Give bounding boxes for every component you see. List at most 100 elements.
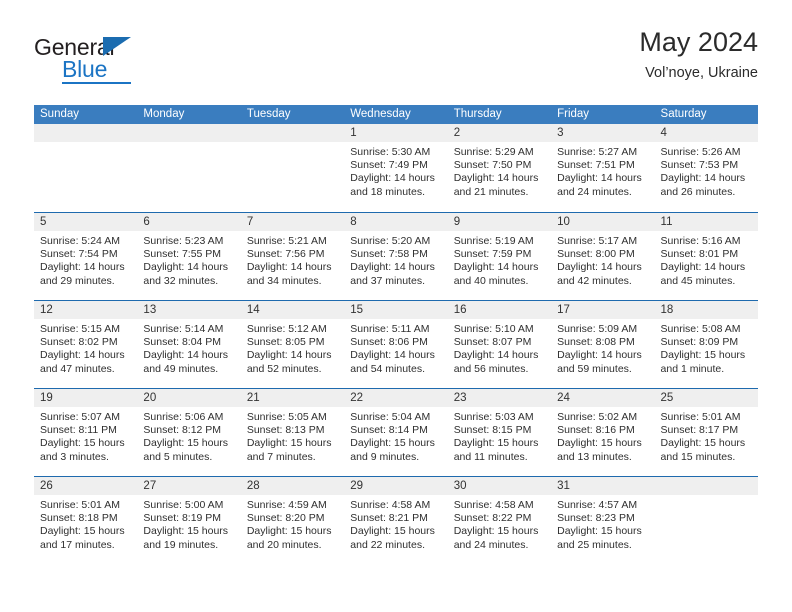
- calendar-day-cell[interactable]: 10 Sunrise: 5:17 AM Sunset: 8:00 PM Dayligh…: [551, 213, 655, 300]
- sunrise-text: Sunrise: 5:20 AM: [350, 235, 431, 247]
- sunrise-text: Sunrise: 5:10 AM: [453, 323, 534, 335]
- sunrise-text: Sunrise: 5:03 AM: [453, 411, 534, 423]
- day-details: Sunrise: 5:19 AM Sunset: 7:59 PM Daylight:…: [448, 231, 551, 288]
- calendar-day-cell[interactable]: 8 Sunrise: 5:20 AM Sunset: 7:58 PM Daylight…: [344, 213, 448, 300]
- day-number: 7: [240, 213, 345, 231]
- sunset-text: Sunset: 8:05 PM: [246, 336, 325, 349]
- page-title: May 2024: [639, 27, 758, 57]
- daylight-text-line1: Daylight: 15 hours: [557, 437, 642, 450]
- day-number: 18: [654, 301, 758, 319]
- day-number: [240, 124, 345, 142]
- day-details: Sunrise: 5:15 AM Sunset: 8:02 PM Daylight:…: [34, 319, 137, 376]
- daylight-text-line2: and 19 minutes.: [143, 538, 219, 551]
- day-details: Sunrise: 5:01 AM Sunset: 8:18 PM Daylight:…: [34, 495, 137, 552]
- calendar-day-cell[interactable]: 19 Sunrise: 5:07 AM Sunset: 8:11 PM Dayligh…: [34, 389, 138, 476]
- calendar-day-cell[interactable]: 6 Sunrise: 5:23 AM Sunset: 7:55 PM Daylight…: [137, 213, 241, 300]
- calendar-day-cell[interactable]: 1 Sunrise: 5:30 AM Sunset: 7:49 PM Daylight…: [344, 124, 448, 212]
- daylight-text-line2: and 52 minutes.: [246, 362, 322, 375]
- day-number: 9: [447, 213, 552, 231]
- sunset-text: Sunset: 8:15 PM: [453, 424, 532, 437]
- calendar-day-cell[interactable]: 31 Sunrise: 4:57 AM Sunset: 8:23 PM Dayligh…: [551, 477, 655, 564]
- calendar-day-cell[interactable]: 14 Sunrise: 5:12 AM Sunset: 8:05 PM Dayligh…: [240, 301, 345, 388]
- daylight-text-line1: Daylight: 14 hours: [557, 349, 642, 362]
- calendar-day-cell[interactable]: 11 Sunrise: 5:16 AM Sunset: 8:01 PM Dayligh…: [654, 213, 758, 300]
- calendar-cell-empty: [654, 477, 758, 564]
- weekday-header-tuesday: Tuesday: [246, 108, 291, 120]
- day-details: Sunrise: 5:26 AM Sunset: 7:53 PM Daylight:…: [655, 142, 758, 199]
- calendar-day-cell[interactable]: 23 Sunrise: 5:03 AM Sunset: 8:15 PM Dayligh…: [447, 389, 552, 476]
- calendar-day-cell[interactable]: 27 Sunrise: 5:00 AM Sunset: 8:19 PM Dayligh…: [137, 477, 241, 564]
- calendar-day-cell[interactable]: 20 Sunrise: 5:06 AM Sunset: 8:12 PM Dayligh…: [137, 389, 241, 476]
- calendar-day-cell[interactable]: 22 Sunrise: 5:04 AM Sunset: 8:14 PM Dayligh…: [344, 389, 448, 476]
- sunrise-text: Sunrise: 5:00 AM: [143, 499, 224, 511]
- calendar-day-cell[interactable]: 21 Sunrise: 5:05 AM Sunset: 8:13 PM Dayligh…: [240, 389, 345, 476]
- day-details: Sunrise: 5:10 AM Sunset: 8:07 PM Daylight:…: [448, 319, 551, 376]
- weekday-header-wednesday: Wednesday: [350, 108, 411, 120]
- sunrise-text: Sunrise: 5:30 AM: [350, 146, 431, 158]
- calendar-day-cell[interactable]: 2 Sunrise: 5:29 AM Sunset: 7:50 PM Daylight…: [447, 124, 552, 212]
- sunrise-text: Sunrise: 5:21 AM: [246, 235, 327, 247]
- calendar-day-cell[interactable]: 12 Sunrise: 5:15 AM Sunset: 8:02 PM Dayligh…: [34, 301, 138, 388]
- daylight-text-line2: and 37 minutes.: [350, 274, 425, 287]
- calendar-day-cell[interactable]: 17 Sunrise: 5:09 AM Sunset: 8:08 PM Dayligh…: [551, 301, 655, 388]
- daylight-text-line1: Daylight: 15 hours: [350, 525, 435, 538]
- page-header: General Blue May 2024 Vol’noye, Ukraine: [34, 26, 758, 96]
- day-details: Sunrise: 5:11 AM Sunset: 8:06 PM Daylight:…: [344, 319, 447, 376]
- daylight-text-line2: and 56 minutes.: [453, 362, 529, 375]
- weekday-header-monday: Monday: [143, 108, 185, 120]
- day-number: 15: [344, 301, 448, 319]
- day-details: Sunrise: 5:21 AM Sunset: 7:56 PM Daylight:…: [241, 231, 344, 288]
- calendar-cell-empty: [34, 124, 138, 212]
- calendar-day-cell[interactable]: 30 Sunrise: 4:58 AM Sunset: 8:22 PM Dayligh…: [447, 477, 552, 564]
- daylight-text-line1: Daylight: 14 hours: [246, 261, 332, 274]
- calendar-day-cell[interactable]: 9 Sunrise: 5:19 AM Sunset: 7:59 PM Daylight…: [447, 213, 552, 300]
- day-number: 20: [137, 389, 241, 407]
- calendar-day-cell[interactable]: 3 Sunrise: 5:27 AM Sunset: 7:51 PM Daylight…: [551, 124, 655, 212]
- sunset-text: Sunset: 8:04 PM: [143, 336, 222, 349]
- daylight-text-line2: and 29 minutes.: [40, 274, 115, 287]
- day-number: 11: [654, 213, 758, 231]
- sunrise-text: Sunrise: 5:04 AM: [350, 411, 431, 423]
- day-number: 22: [344, 389, 448, 407]
- calendar-day-cell[interactable]: 16 Sunrise: 5:10 AM Sunset: 8:07 PM Dayligh…: [447, 301, 552, 388]
- calendar-day-cell[interactable]: 26 Sunrise: 5:01 AM Sunset: 8:18 PM Dayligh…: [34, 477, 138, 564]
- daylight-text-line2: and 7 minutes.: [246, 450, 316, 463]
- daylight-text-line1: Daylight: 14 hours: [350, 261, 435, 274]
- sunset-text: Sunset: 8:13 PM: [246, 424, 325, 437]
- sunset-text: Sunset: 8:19 PM: [143, 512, 222, 525]
- sunset-text: Sunset: 8:21 PM: [350, 512, 428, 525]
- calendar-day-cell[interactable]: 18 Sunrise: 5:08 AM Sunset: 8:09 PM Dayligh…: [654, 301, 758, 388]
- calendar-day-cell[interactable]: 28 Sunrise: 4:59 AM Sunset: 8:20 PM Dayligh…: [240, 477, 345, 564]
- daylight-text-line2: and 45 minutes.: [660, 274, 736, 287]
- calendar-weeks: 1 Sunrise: 5:30 AM Sunset: 7:49 PM Daylight…: [34, 124, 758, 564]
- general-blue-logo[interactable]: General Blue: [34, 34, 244, 90]
- calendar-page: General Blue May 2024 Vol’noye, Ukraine …: [0, 0, 792, 612]
- sunset-text: Sunset: 8:08 PM: [557, 336, 635, 349]
- calendar-day-cell[interactable]: 25 Sunrise: 5:01 AM Sunset: 8:17 PM Dayligh…: [654, 389, 758, 476]
- sunrise-text: Sunrise: 5:27 AM: [557, 146, 638, 158]
- sunrise-text: Sunrise: 5:12 AM: [246, 323, 327, 335]
- calendar-day-cell[interactable]: 4 Sunrise: 5:26 AM Sunset: 7:53 PM Daylight…: [654, 124, 758, 212]
- day-number: 3: [551, 124, 655, 142]
- day-details: Sunrise: 4:59 AM Sunset: 8:20 PM Daylight:…: [241, 495, 344, 552]
- daylight-text-line1: Daylight: 15 hours: [557, 525, 642, 538]
- sunset-text: Sunset: 7:55 PM: [143, 248, 222, 261]
- calendar-day-cell[interactable]: 29 Sunrise: 4:58 AM Sunset: 8:21 PM Dayligh…: [344, 477, 448, 564]
- calendar-day-cell[interactable]: 13 Sunrise: 5:14 AM Sunset: 8:04 PM Dayligh…: [137, 301, 241, 388]
- day-details: Sunrise: 5:12 AM Sunset: 8:05 PM Daylight:…: [241, 319, 344, 376]
- day-details: Sunrise: 5:02 AM Sunset: 8:16 PM Daylight:…: [551, 407, 654, 464]
- calendar-day-cell[interactable]: 24 Sunrise: 5:02 AM Sunset: 8:16 PM Dayligh…: [551, 389, 655, 476]
- calendar-day-cell[interactable]: 5 Sunrise: 5:24 AM Sunset: 7:54 PM Daylight…: [34, 213, 138, 300]
- calendar-day-cell[interactable]: 7 Sunrise: 5:21 AM Sunset: 7:56 PM Daylight…: [240, 213, 345, 300]
- calendar-day-cell[interactable]: 15 Sunrise: 5:11 AM Sunset: 8:06 PM Dayligh…: [344, 301, 448, 388]
- sunrise-text: Sunrise: 5:06 AM: [143, 411, 224, 423]
- sunrise-text: Sunrise: 5:17 AM: [557, 235, 638, 247]
- triangle-icon: [103, 37, 131, 56]
- daylight-text-line1: Daylight: 15 hours: [660, 437, 746, 450]
- daylight-text-line2: and 32 minutes.: [143, 274, 219, 287]
- sunrise-text: Sunrise: 5:23 AM: [143, 235, 224, 247]
- weekday-header-sunday: Sunday: [40, 108, 80, 120]
- daylight-text-line1: Daylight: 14 hours: [246, 349, 332, 362]
- day-number: 1: [344, 124, 448, 142]
- day-details: Sunrise: 5:05 AM Sunset: 8:13 PM Daylight:…: [241, 407, 344, 464]
